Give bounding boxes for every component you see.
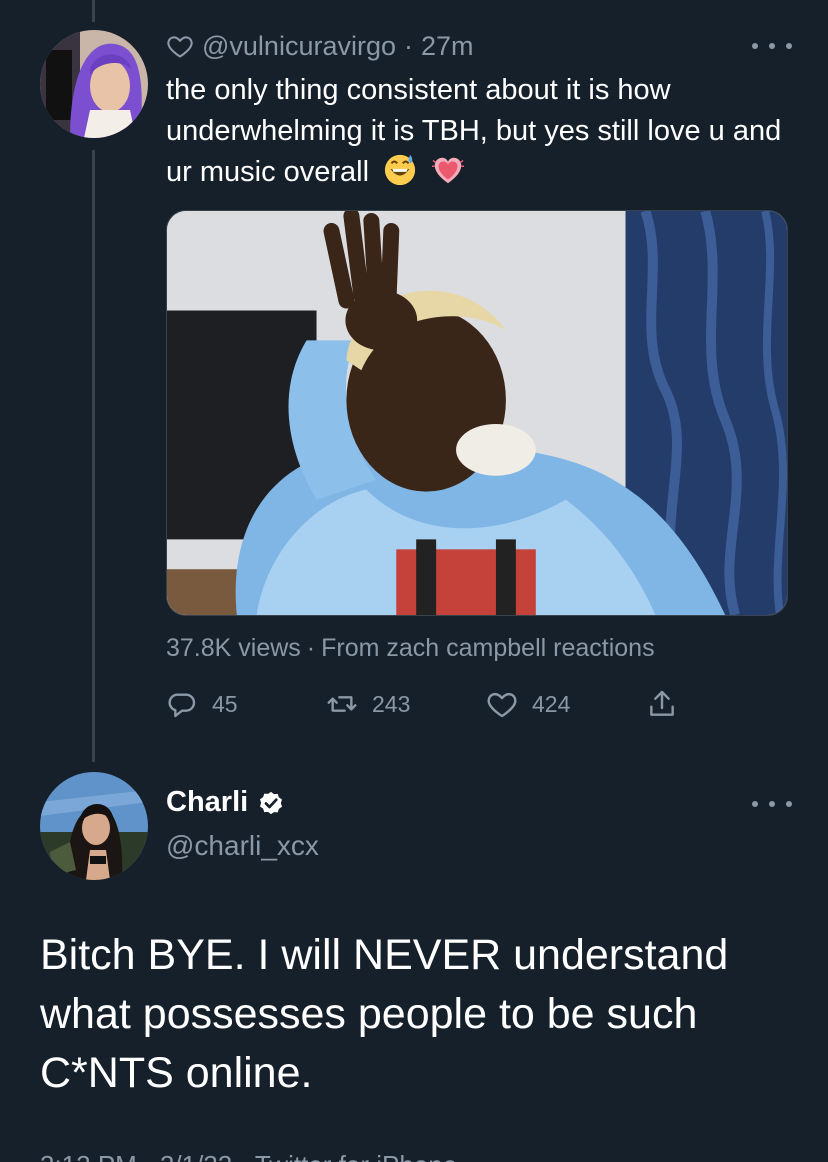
reply-avatar[interactable] [40, 30, 148, 138]
tweet-avatar[interactable] [40, 772, 148, 880]
reply-text: the only thing consistent about it is ho… [166, 70, 796, 193]
thread-line-top [92, 0, 95, 22]
author-handle[interactable]: @charli_xcx [166, 830, 319, 862]
beating-heart-emoji-icon [432, 157, 465, 184]
video-media[interactable] [166, 210, 788, 616]
tweet-text: Bitch BYE. I will NEVER understand what … [40, 931, 729, 1097]
retweet-count: 243 [372, 690, 411, 717]
reply-more-button[interactable] [752, 36, 792, 56]
more-dot-icon [769, 43, 775, 49]
media-source-link[interactable]: From zach campbell reactions [321, 634, 654, 662]
more-dot-icon [752, 801, 758, 807]
heart-icon [487, 692, 517, 718]
reply-header: @vulnicuravirgo · 27m [166, 28, 474, 64]
tweet-footer: 3:12 PM · 2/1/22 · Twitter for iPhone [40, 1150, 457, 1162]
more-dot-icon [752, 43, 758, 49]
reply-button[interactable]: 45 [166, 684, 238, 724]
reply-count: 45 [212, 690, 238, 717]
more-dot-icon [769, 801, 775, 807]
verified-badge-icon [260, 791, 283, 814]
reply-separator: · [403, 30, 413, 61]
video-thumbnail [167, 211, 787, 615]
like-count: 424 [532, 690, 571, 717]
sweat-smile-emoji-icon [385, 154, 416, 186]
reply-handle[interactable]: @vulnicuravirgo [202, 31, 396, 62]
retweet-button[interactable]: 243 [326, 684, 410, 724]
reply-time[interactable]: 27m [421, 31, 474, 62]
author-name[interactable]: Charli [166, 786, 248, 819]
comment-icon [168, 693, 196, 718]
tweet-more-button[interactable] [752, 794, 792, 814]
media-meta-separator: · [306, 634, 316, 662]
retweet-icon [327, 696, 357, 712]
thread-line [92, 150, 95, 762]
media-meta: 37.8K views · From zach campbell reactions [166, 634, 655, 663]
reply-text-content: the only thing consistent about it is ho… [166, 74, 782, 188]
tweet-author[interactable]: Charli [166, 786, 286, 819]
more-dot-icon [786, 801, 792, 807]
reply-actions: 45 243 424 [166, 684, 686, 724]
views-count: 37.8K views [166, 634, 301, 662]
more-dot-icon [786, 43, 792, 49]
like-button[interactable]: 424 [486, 684, 570, 724]
heart-outline-icon [167, 36, 193, 58]
share-button[interactable] [646, 684, 678, 724]
share-icon [650, 690, 674, 716]
